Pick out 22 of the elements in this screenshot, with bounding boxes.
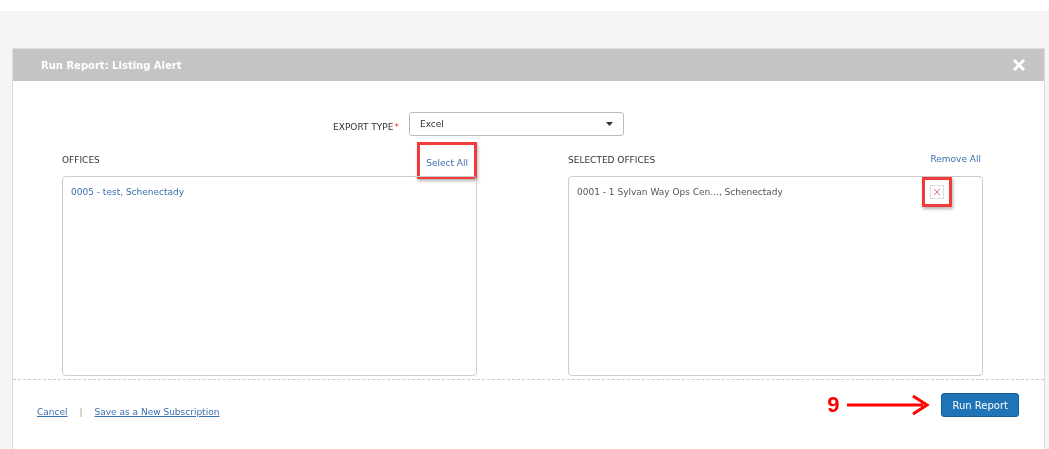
save-subscription-link[interactable]: Save as a New Subscription — [94, 407, 220, 417]
export-type-dropdown[interactable]: Excel — [408, 112, 624, 136]
step-number: 9 — [827, 392, 840, 418]
link-separator: | — [79, 407, 83, 417]
list-label: OFFICES — [62, 155, 100, 167]
list-action-link[interactable]: Remove All — [928, 154, 983, 164]
office-item[interactable]: 0005 - test, Schenectady — [71, 185, 185, 197]
office-item[interactable]: 0001 - 1 Sylvan Way Ops Cen..., Schenectady — [577, 185, 783, 197]
cancel-link[interactable]: Cancel — [37, 407, 68, 417]
list-action-link[interactable]: Select All — [424, 158, 470, 168]
dialog-title: Run Report: Listing Alert — [41, 59, 182, 71]
close-button[interactable] — [1012, 58, 1026, 72]
export-type-label: EXPORT TYPE — [333, 121, 394, 132]
close-icon — [933, 188, 941, 196]
required-mark: * — [394, 121, 399, 132]
list-label: SELECTED OFFICES — [568, 155, 656, 167]
run-report-button[interactable]: Run Report — [941, 393, 1019, 417]
remove-button[interactable] — [930, 185, 944, 199]
close-icon — [1012, 58, 1026, 72]
arrow-icon — [847, 394, 932, 416]
caret-icon — [605, 122, 613, 126]
export-type-value: Excel — [419, 119, 444, 129]
